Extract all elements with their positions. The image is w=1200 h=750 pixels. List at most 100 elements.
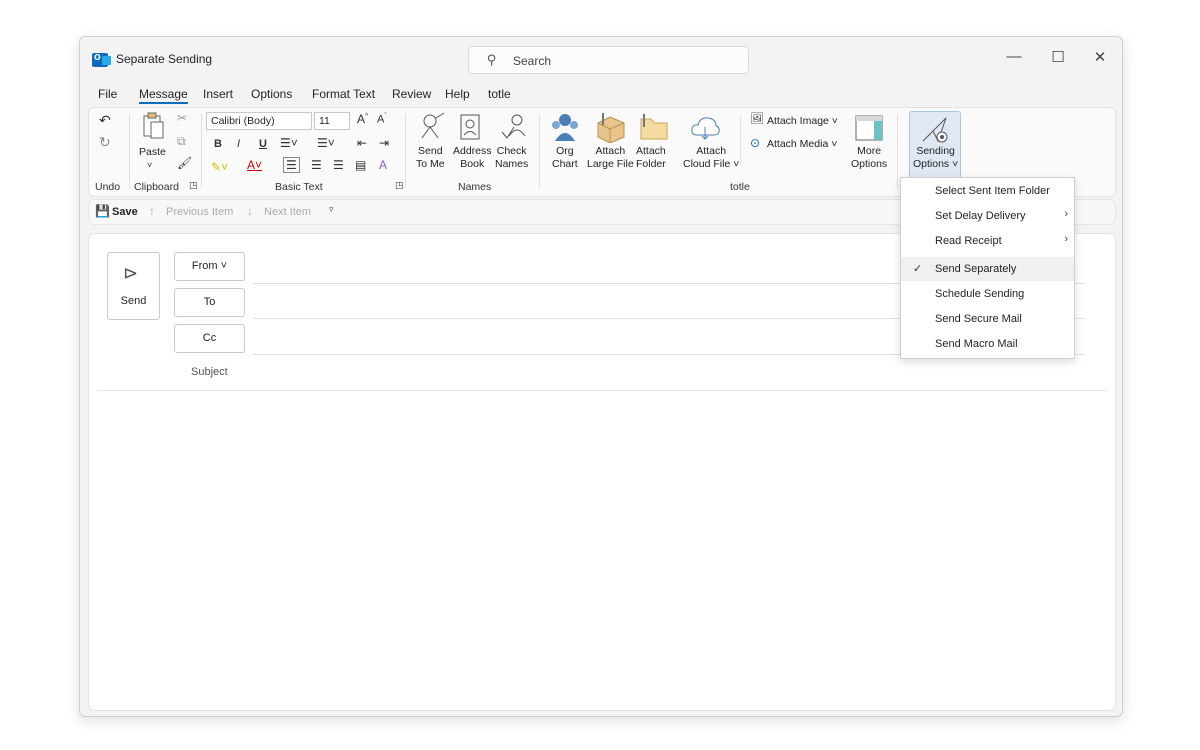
org-chart-icon: [552, 114, 578, 141]
separator: [129, 114, 130, 188]
search-placeholder: Search: [513, 54, 552, 68]
attach-media-icon: ⊙: [750, 136, 761, 150]
save-button[interactable]: Save: [112, 206, 138, 218]
decrease-indent-icon[interactable]: ⇤: [357, 136, 367, 150]
sending-options-label: Sending Options ˅: [913, 145, 959, 170]
menu-item-send-macro-mail[interactable]: Send Macro Mail: [901, 332, 1074, 356]
bullets-icon[interactable]: ☰˅: [280, 136, 298, 150]
justify-icon[interactable]: ▤: [355, 158, 366, 172]
tab-help[interactable]: Help: [445, 87, 470, 101]
totle-group-label: totle: [730, 181, 750, 193]
to-button[interactable]: To: [174, 288, 245, 317]
font-color-icon[interactable]: A˅: [247, 158, 262, 172]
menu-item-send-separately[interactable]: ✓ Send Separately: [901, 257, 1074, 281]
increase-indent-icon[interactable]: ⇥: [379, 136, 389, 150]
menu-item-set-delay-delivery[interactable]: Set Delay Delivery ›: [901, 204, 1074, 228]
clear-format-icon[interactable]: A: [379, 158, 387, 172]
copy-icon[interactable]: ⧉: [177, 134, 186, 149]
menu-item-select-sent-item-folder[interactable]: Select Sent Item Folder: [901, 179, 1074, 203]
align-center-icon[interactable]: ☰: [311, 158, 322, 172]
tab-insert[interactable]: Insert: [203, 87, 233, 101]
paste-chevron-icon[interactable]: ˅: [147, 160, 152, 170]
send-arrow-icon: ⊳: [123, 263, 139, 283]
tab-message[interactable]: Message: [139, 87, 188, 104]
undo-icon[interactable]: ↶: [99, 112, 111, 129]
highlight-icon[interactable]: ✎˅: [211, 160, 228, 174]
org-chart-button[interactable]: Org Chart: [552, 145, 578, 171]
minimize-button[interactable]: —: [1002, 48, 1026, 65]
check-names-icon: [501, 114, 526, 139]
paste-icon: [143, 112, 164, 139]
outlook-window: Separate Sending ⚲ Search — ☐ ✕ File Mes…: [79, 36, 1123, 717]
send-to-me-icon: [421, 112, 445, 139]
from-button[interactable]: From ˅: [174, 252, 245, 281]
check-names-button[interactable]: Check Names: [495, 145, 528, 171]
tab-totle[interactable]: totle: [488, 87, 511, 101]
basic-text-launcher-icon[interactable]: ◳: [395, 180, 404, 191]
next-arrow-icon: ↓: [247, 204, 253, 218]
basic-text-group-label: Basic Text: [275, 181, 323, 193]
separator: [740, 116, 741, 166]
attach-folder-button[interactable]: Attach Folder: [636, 145, 666, 171]
separator: [405, 114, 406, 188]
menu-item-schedule-sending[interactable]: Schedule Sending: [901, 282, 1074, 306]
numbering-icon[interactable]: ☰˅: [317, 136, 335, 150]
send-button[interactable]: ⊳ Send: [107, 252, 160, 320]
search-icon: ⚲: [487, 52, 497, 67]
more-options-button[interactable]: More Options: [851, 145, 887, 171]
names-group-label: Names: [458, 181, 492, 193]
cc-button[interactable]: Cc: [174, 324, 245, 353]
subject-label: Subject: [191, 366, 228, 378]
clipboard-launcher-icon[interactable]: ◳: [189, 180, 198, 191]
send-to-me-button[interactable]: Send To Me: [416, 145, 445, 171]
undo-group-label: Undo: [95, 181, 121, 193]
close-button[interactable]: ✕: [1088, 48, 1112, 66]
shrink-font-icon[interactable]: Aˇ: [377, 113, 387, 126]
tab-review[interactable]: Review: [392, 87, 431, 101]
font-name-field[interactable]: Calibri (Body): [206, 112, 312, 130]
format-painter-icon[interactable]: 🖌: [177, 156, 192, 170]
bold-icon[interactable]: B: [214, 138, 222, 150]
menu-item-send-secure-mail[interactable]: Send Secure Mail: [901, 307, 1074, 331]
tab-format-text[interactable]: Format Text: [312, 87, 375, 101]
align-left-icon[interactable]: ☰: [283, 157, 300, 173]
attach-large-file-icon: [597, 113, 625, 143]
submenu-chevron-icon: ›: [1064, 208, 1068, 220]
separator: [539, 114, 540, 188]
attach-media-button[interactable]: Attach Media ˅: [767, 138, 837, 150]
tab-options[interactable]: Options: [251, 87, 292, 101]
attach-image-icon: 🖼: [750, 113, 764, 125]
more-options-icon: [855, 115, 883, 141]
customize-qat-icon[interactable]: ▿: [329, 204, 334, 215]
address-book-button[interactable]: Address Book: [453, 145, 492, 171]
grow-font-icon[interactable]: A^: [357, 112, 368, 126]
sending-options-menu: Select Sent Item Folder Set Delay Delive…: [900, 177, 1075, 359]
cut-icon[interactable]: ✂: [177, 111, 187, 125]
next-item-button[interactable]: Next Item: [264, 206, 311, 218]
redo-icon[interactable]: ↻: [99, 134, 111, 151]
attach-folder-icon: [640, 114, 668, 140]
attach-cloud-file-icon: [691, 117, 720, 140]
underline-icon[interactable]: U: [259, 138, 267, 150]
attach-large-file-button[interactable]: Attach Large File: [587, 145, 634, 171]
menu-item-read-receipt[interactable]: Read Receipt ›: [901, 229, 1074, 253]
search-box[interactable]: ⚲ Search: [468, 46, 749, 74]
tab-file[interactable]: File: [98, 87, 117, 101]
sending-options-button[interactable]: Sending Options ˅: [909, 111, 961, 179]
italic-icon[interactable]: I: [237, 138, 240, 150]
previous-arrow-icon: ↑: [149, 204, 155, 218]
checkmark-icon: ✓: [913, 263, 923, 275]
window-title: Separate Sending: [116, 52, 213, 66]
address-book-icon: [460, 114, 480, 140]
save-icon: 💾: [95, 204, 110, 218]
align-right-icon[interactable]: ☰: [333, 158, 344, 172]
maximize-button[interactable]: ☐: [1046, 48, 1070, 66]
previous-item-button[interactable]: Previous Item: [166, 206, 233, 218]
body-divider: [97, 390, 1107, 391]
separator: [201, 114, 202, 188]
attach-cloud-file-button[interactable]: Attach Cloud File ˅: [683, 145, 739, 171]
attach-image-button[interactable]: Attach Image ˅: [767, 115, 838, 127]
menu-bar: File Message Insert Options Format Text …: [80, 83, 1122, 105]
paste-button[interactable]: Paste: [139, 146, 166, 159]
font-size-field[interactable]: 11: [314, 112, 350, 130]
